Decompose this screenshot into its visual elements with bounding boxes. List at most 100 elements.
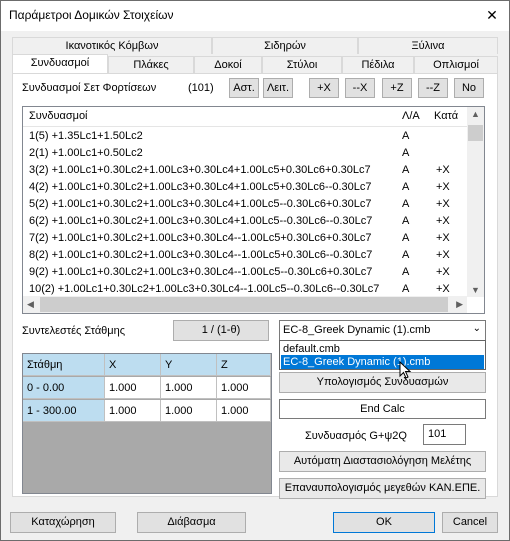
tab-sidiron[interactable]: Σιδηρών: [212, 37, 358, 54]
factor-cell[interactable]: 1.000: [217, 377, 271, 399]
combination-file-value: EC-8_Greek Dynamic (1).cmb: [283, 324, 431, 336]
tab-label: Πλάκες: [133, 59, 169, 71]
list-item[interactable]: 8(2) +1.00Lc1+0.30Lc2+1.00Lc3+0.30Lc4--1…: [23, 247, 467, 264]
leit-button[interactable]: Λειτ.: [263, 78, 293, 98]
tab-ikanotikos-kombon[interactable]: Ικανοτικός Κόμβων: [12, 37, 212, 54]
ast-button[interactable]: Αστ.: [229, 78, 259, 98]
load-sets-label: Συνδυασμοί Σετ Φορτίσεων: [22, 82, 157, 94]
combination-la: A: [402, 283, 410, 295]
dropdown-option-default[interactable]: default.cmb: [281, 342, 484, 356]
list-item[interactable]: 5(2) +1.00Lc1+0.30Lc2+1.00Lc3+0.30Lc4+1.…: [23, 196, 467, 213]
table-header-cell: Y: [161, 354, 217, 376]
close-icon[interactable]: ✕: [475, 1, 509, 31]
factor-cell[interactable]: 1.000: [161, 377, 217, 399]
scroll-up-icon[interactable]: ▲: [471, 109, 480, 119]
table-header-cell: Z: [217, 354, 271, 376]
scroll-right-icon[interactable]: ▶: [456, 299, 463, 310]
end-calc-field: End Calc: [279, 399, 486, 419]
table-header-cell: X: [105, 354, 161, 376]
tab-styloi[interactable]: Στύλοι: [262, 56, 342, 73]
combination-la: A: [402, 164, 410, 176]
scroll-thumb[interactable]: [468, 125, 483, 141]
list-item[interactable]: 3(2) +1.00Lc1+0.30Lc2+1.00Lc3+0.30Lc4+1.…: [23, 162, 467, 179]
combination-expression: 2(1) +1.00Lc1+0.50Lc2: [29, 147, 143, 159]
minus-z-button[interactable]: --Z: [418, 78, 448, 98]
mouse-cursor-icon: [399, 361, 412, 379]
combination-direction: +X: [436, 198, 450, 210]
level-factors-table[interactable]: Στάθμη X Y Z 0 - 0.00 1.000 1.000 1.000 1 - 300.…: [22, 353, 272, 494]
combination-expression: 6(2) +1.00Lc1+0.30Lc2+1.00Lc3+0.30Lc4+1.…: [29, 215, 373, 227]
list-item[interactable]: 4(2) +1.00Lc1+0.30Lc2+1.00Lc3+0.30Lc4+1.…: [23, 179, 467, 196]
list-item[interactable]: 1(5) +1.35Lc1+1.50Lc2 A: [23, 128, 467, 145]
tab-xylina[interactable]: Ξύλινα: [358, 37, 498, 54]
minus-x-button[interactable]: --X: [345, 78, 375, 98]
combination-la: A: [402, 198, 410, 210]
combination-direction: +X: [436, 249, 450, 261]
combination-expression: 1(5) +1.35Lc1+1.50Lc2: [29, 130, 143, 142]
combination-la: A: [402, 147, 410, 159]
dialog-window: Παράμετροι Δομικών Στοιχείων ✕ Ικανοτικό…: [0, 0, 510, 541]
g-psi-label: Συνδυασμός G+ψ2Q: [305, 430, 407, 442]
combination-direction: +X: [436, 283, 450, 295]
tab-oplismoi[interactable]: Οπλισμοί: [414, 56, 498, 73]
combination-direction: +X: [436, 215, 450, 227]
auto-design-button[interactable]: Αυτόματη Διαστασιολόγηση Μελέτης: [279, 451, 486, 472]
factor-cell[interactable]: 1.000: [217, 400, 271, 422]
tab-label: Ξύλινα: [411, 40, 445, 52]
combination-la: A: [402, 130, 410, 142]
list-item[interactable]: 6(2) +1.00Lc1+0.30Lc2+1.00Lc3+0.30Lc4+1.…: [23, 213, 467, 230]
column-header-la[interactable]: Λ/Α: [402, 110, 420, 122]
column-header-kata[interactable]: Κατά: [434, 110, 458, 122]
factor-cell[interactable]: 1.000: [105, 377, 161, 399]
tab-label: Δοκοί: [214, 59, 242, 71]
no-button[interactable]: No: [454, 78, 484, 98]
list-item[interactable]: 9(2) +1.00Lc1+0.30Lc2+1.00Lc3+0.30Lc4--1…: [23, 264, 467, 281]
combination-la: A: [402, 181, 410, 193]
cancel-button[interactable]: Cancel: [442, 512, 498, 533]
combination-direction: +X: [436, 181, 450, 193]
ok-button[interactable]: OK: [333, 512, 435, 533]
window-title: Παράμετροι Δομικών Στοιχείων: [9, 8, 174, 22]
horizontal-scrollbar[interactable]: ◀ ▶: [23, 296, 467, 313]
combination-expression: 9(2) +1.00Lc1+0.30Lc2+1.00Lc3+0.30Lc4--1…: [29, 266, 373, 278]
list-item[interactable]: 2(1) +1.00Lc1+0.50Lc2 A: [23, 145, 467, 162]
table-header-cell: Στάθμη: [23, 354, 105, 376]
combination-file-select[interactable]: EC-8_Greek Dynamic (1).cmb ⌄: [279, 320, 486, 341]
combination-la: A: [402, 266, 410, 278]
scroll-thumb[interactable]: [40, 297, 448, 312]
dropdown-option-ec8[interactable]: EC-8_Greek Dynamic (1).cmb: [281, 355, 484, 369]
plus-x-button[interactable]: +X: [309, 78, 339, 98]
level-name-cell: 1 - 300.00: [23, 400, 105, 422]
list-header: Συνδυασμοί Λ/Α Κατά: [23, 107, 467, 127]
combinations-list[interactable]: Συνδυασμοί Λ/Α Κατά 1(5) +1.35Lc1+1.50Lc…: [22, 106, 485, 314]
factor-cell[interactable]: 1.000: [105, 400, 161, 422]
recalc-kanepe-button[interactable]: Επαναυπολογισμός μεγεθών ΚΑΝ.ΕΠΕ.: [279, 478, 486, 499]
factor-cell[interactable]: 1.000: [161, 400, 217, 422]
column-header-combos[interactable]: Συνδυασμοί: [29, 110, 88, 122]
combination-expression: 3(2) +1.00Lc1+0.30Lc2+1.00Lc3+0.30Lc4+1.…: [29, 164, 371, 176]
read-button[interactable]: Διάβασμα: [137, 512, 246, 533]
tab-plakes[interactable]: Πλάκες: [108, 56, 194, 73]
vertical-scrollbar[interactable]: ▲ ▼: [467, 107, 484, 297]
list-item[interactable]: 7(2) +1.00Lc1+0.30Lc2+1.00Lc3+0.30Lc4--1…: [23, 230, 467, 247]
tab-syndyasmoi[interactable]: Συνδυασμοί: [12, 54, 108, 73]
plus-z-button[interactable]: +Z: [382, 78, 412, 98]
title-bar: Παράμετροι Δομικών Στοιχείων ✕: [1, 1, 509, 31]
tab-dokoi[interactable]: Δοκοί: [194, 56, 262, 73]
tab-pedila[interactable]: Πέδιλα: [342, 56, 414, 73]
theta-factor-button[interactable]: 1 / (1-θ): [173, 320, 269, 341]
combination-direction: +X: [436, 266, 450, 278]
scroll-left-icon[interactable]: ◀: [27, 299, 34, 310]
tab-label: Σιδηρών: [264, 40, 306, 52]
tab-label: Ικανοτικός Κόμβων: [65, 40, 159, 52]
save-button[interactable]: Καταχώρηση: [10, 512, 116, 533]
calc-combinations-button[interactable]: Υπολογισμός Συνδυασμών: [279, 372, 486, 393]
combination-expression: 4(2) +1.00Lc1+0.30Lc2+1.00Lc3+0.30Lc4+1.…: [29, 181, 372, 193]
tab-label: Πέδιλα: [361, 59, 395, 71]
combination-expression: 5(2) +1.00Lc1+0.30Lc2+1.00Lc3+0.30Lc4+1.…: [29, 198, 372, 210]
combination-expression: 7(2) +1.00Lc1+0.30Lc2+1.00Lc3+0.30Lc4--1…: [29, 232, 372, 244]
g-psi-input[interactable]: 101: [423, 424, 466, 445]
scroll-down-icon[interactable]: ▼: [471, 285, 480, 295]
combination-direction: +X: [436, 164, 450, 176]
chevron-down-icon[interactable]: ⌄: [473, 323, 481, 334]
